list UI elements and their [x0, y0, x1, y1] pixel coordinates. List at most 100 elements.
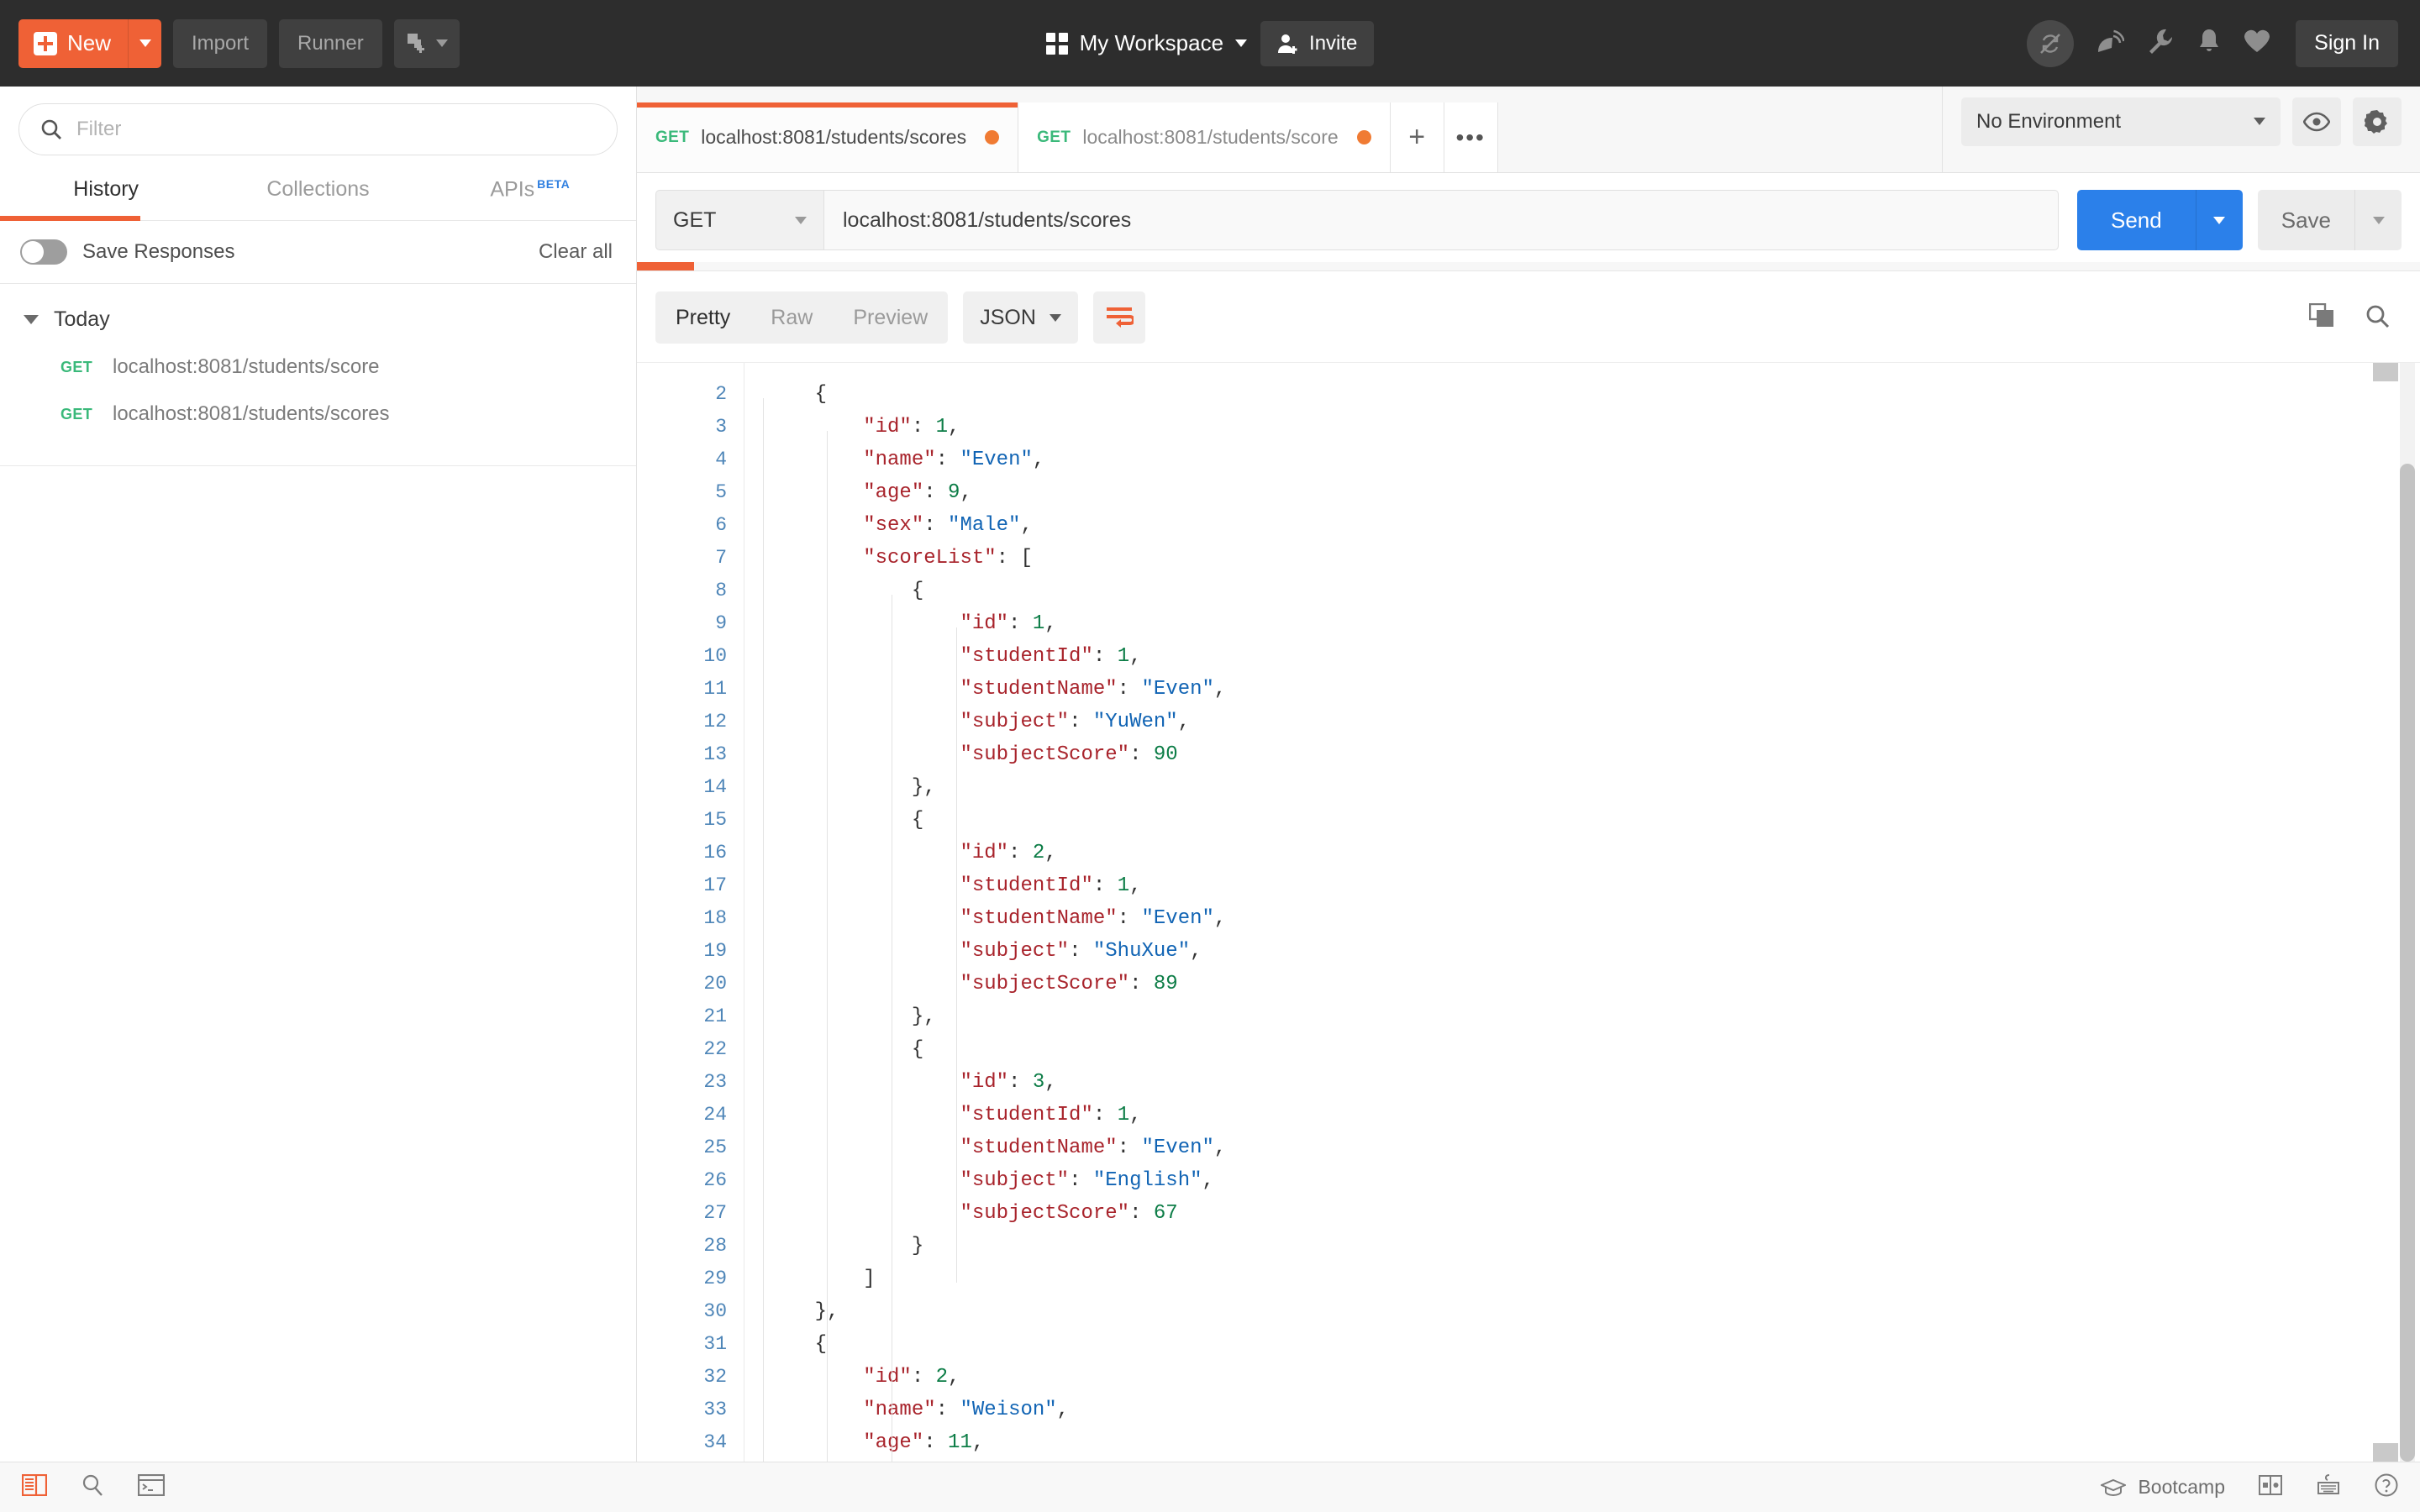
save-options-button[interactable] [2354, 190, 2402, 250]
request-tab-method: GET [655, 129, 689, 147]
tab-options-button[interactable]: ••• [1444, 102, 1498, 172]
workspace-title: My Workspace [1080, 30, 1223, 56]
heart-icon [2244, 29, 2270, 54]
workspace-selector[interactable]: My Workspace [1046, 30, 1247, 56]
satellite-dish-button[interactable] [2096, 27, 2124, 60]
tab-raw[interactable]: Raw [750, 306, 833, 330]
chevron-down-icon [139, 39, 151, 47]
list-item[interactable]: GET localhost:8081/students/scores [0, 391, 636, 438]
send-button-group[interactable]: Send [2077, 190, 2243, 250]
chevron-down-icon [1050, 314, 1061, 322]
app-body: History Collections APIsBETA Save Respon… [0, 87, 2420, 1462]
bootcamp-button[interactable]: Bootcamp [2101, 1476, 2225, 1499]
sync-disabled-button[interactable] [2027, 20, 2074, 67]
find-button[interactable] [81, 1473, 104, 1501]
environment-settings-button[interactable] [2353, 97, 2402, 146]
new-dropdown-button[interactable] [128, 19, 161, 68]
response-format-value: JSON [980, 306, 1036, 330]
tab-pretty[interactable]: Pretty [655, 306, 750, 330]
line-number: 29 [637, 1263, 727, 1295]
save-responses-toggle[interactable] [20, 239, 67, 265]
plus-icon [34, 32, 57, 55]
add-tab-button[interactable]: + [1391, 102, 1444, 172]
notifications-button[interactable] [2196, 28, 2222, 59]
list-item[interactable]: GET localhost:8081/students/score [0, 344, 636, 391]
word-wrap-button[interactable] [1093, 291, 1145, 344]
search-icon [81, 1473, 104, 1497]
help-button[interactable] [2375, 1473, 2398, 1501]
environment-selected-label: No Environment [1976, 110, 2121, 134]
line-number: 33 [637, 1394, 727, 1426]
clear-all-button[interactable]: Clear all [539, 240, 613, 264]
more-icon: ••• [1455, 124, 1485, 151]
filter-input[interactable] [76, 118, 597, 141]
console-button[interactable] [138, 1474, 165, 1500]
line-number: 11 [637, 673, 727, 706]
environment-quick-look-button[interactable] [2292, 97, 2341, 146]
sidebar-tab-history[interactable]: History [0, 169, 212, 220]
sidebar-spacer-top [0, 438, 636, 466]
response-body-viewer[interactable]: 2345678910111213141516171819202122232425… [637, 362, 2420, 1462]
response-format-select[interactable]: JSON [963, 291, 1078, 344]
send-button-label: Send [2111, 207, 2162, 234]
word-wrap-icon [1105, 305, 1134, 330]
keyboard-icon [2316, 1474, 2341, 1496]
new-button-group[interactable]: New [18, 19, 161, 68]
runner-button[interactable]: Runner [279, 19, 382, 68]
search-response-button[interactable] [2365, 303, 2390, 333]
send-options-button[interactable] [2196, 190, 2243, 250]
save-button-group[interactable]: Save [2258, 190, 2402, 250]
tab-preview[interactable]: Preview [833, 306, 948, 330]
scrollbar-thumb[interactable] [2400, 464, 2415, 1462]
save-button-label: Save [2281, 207, 2331, 234]
beta-badge: BETA [537, 177, 570, 191]
sidebar-tab-apis-label: APIs [490, 177, 534, 201]
sidebar-tab-apis[interactable]: APIsBETA [424, 169, 636, 220]
request-tab-url: localhost:8081/students/score [1082, 126, 1338, 149]
history-group-today[interactable]: Today [0, 296, 636, 344]
line-number: 17 [637, 869, 727, 902]
filter-box[interactable] [18, 103, 618, 155]
line-number: 35 [637, 1459, 727, 1462]
sidebar-tab-collections[interactable]: Collections [212, 169, 424, 220]
chevron-down-icon [2254, 118, 2265, 125]
save-button[interactable]: Save [2258, 190, 2354, 250]
http-method-select[interactable]: GET [655, 190, 823, 250]
favorites-button[interactable] [2244, 29, 2270, 58]
line-number: 34 [637, 1426, 727, 1459]
environment-select[interactable]: No Environment [1961, 97, 2281, 146]
line-number: 16 [637, 837, 727, 869]
layout-toggle-button[interactable] [2259, 1475, 2282, 1499]
response-code[interactable]: { "id": 1, "name": "Even", "age": 9, "se… [744, 363, 2420, 1462]
line-number: 30 [637, 1295, 727, 1328]
scroll-corner-bottom [2373, 1443, 2398, 1462]
line-number: 25 [637, 1131, 727, 1164]
new-button[interactable]: New [18, 19, 128, 68]
header-left-actions: New Import Runner [0, 19, 460, 68]
request-url-input[interactable] [823, 190, 2059, 250]
open-new-window-button[interactable] [394, 19, 460, 68]
invite-button[interactable]: Invite [1260, 21, 1374, 66]
sign-in-label: Sign In [2314, 31, 2380, 55]
unsaved-dot-icon [985, 130, 999, 144]
copy-response-button[interactable] [2309, 303, 2336, 333]
line-number: 18 [637, 902, 727, 935]
request-tab-0[interactable]: GET localhost:8081/students/scores [637, 102, 1018, 172]
line-number: 26 [637, 1164, 727, 1197]
history-item-method: GET [60, 359, 109, 376]
plus-icon: + [1408, 121, 1425, 154]
request-tab-1[interactable]: GET localhost:8081/students/score [1018, 102, 1391, 172]
chevron-down-icon [2373, 217, 2385, 224]
keyboard-shortcuts-button[interactable] [2316, 1474, 2341, 1500]
sign-in-button[interactable]: Sign In [2296, 20, 2398, 67]
line-number: 6 [637, 509, 727, 542]
response-vertical-scrollbar[interactable] [2400, 363, 2415, 1462]
sidebar-toggle-button[interactable] [22, 1474, 47, 1500]
import-button[interactable]: Import [173, 19, 267, 68]
line-number: 28 [637, 1230, 727, 1263]
history-item-method: GET [60, 406, 109, 423]
settings-wrench-button[interactable] [2146, 27, 2175, 60]
send-button[interactable]: Send [2077, 190, 2196, 250]
line-number: 27 [637, 1197, 727, 1230]
line-number: 13 [637, 738, 727, 771]
